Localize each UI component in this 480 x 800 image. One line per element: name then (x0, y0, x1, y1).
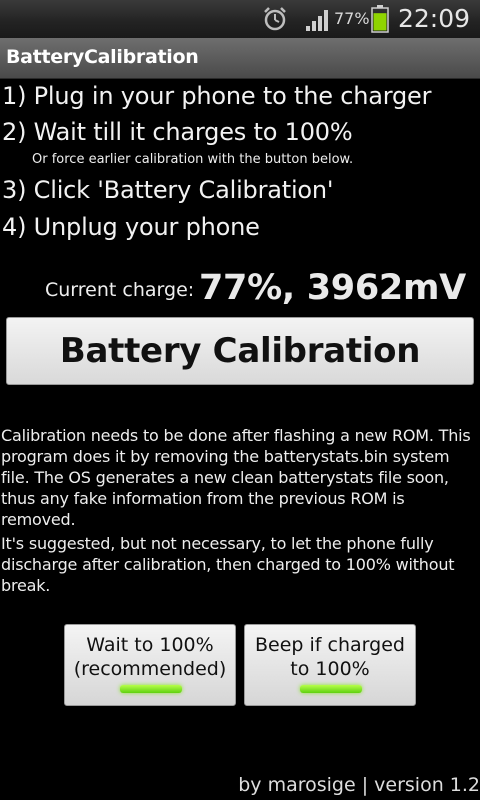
wait-to-100-toggle[interactable]: Wait to 100% (recommended) (64, 624, 236, 706)
current-charge-value: 77%, 3962mV (199, 268, 466, 308)
step-4: 4) Unplug your phone (2, 213, 260, 241)
beep-if-charged-indicator (300, 685, 362, 693)
beep-if-charged-line2: to 100% (290, 658, 370, 680)
clock: 22:09 (398, 4, 471, 33)
wait-to-100-indicator (120, 685, 182, 693)
app-title: BatteryCalibration (6, 46, 199, 68)
step-1: 1) Plug in your phone to the charger (2, 82, 432, 110)
description-paragraph-2: It's suggested, but not necessary, to le… (1, 534, 455, 595)
battery-icon (371, 5, 389, 33)
footer-credits: by marosige | version 1.2 (238, 774, 480, 796)
signal-icon (306, 10, 328, 31)
step-2-note: Or force earlier calibration with the bu… (32, 152, 354, 167)
battery-percent: 77% (334, 9, 370, 28)
alarm-icon (264, 7, 286, 31)
beep-if-charged-toggle-label: Beep if charged to 100% (245, 633, 415, 681)
beep-if-charged-line1: Beep if charged (255, 634, 405, 656)
battery-calibration-button[interactable]: Battery Calibration (6, 317, 474, 385)
status-bar: 77% 22:09 (0, 0, 480, 38)
wait-to-100-toggle-label: Wait to 100% (recommended) (65, 633, 235, 681)
wait-to-100-line1: Wait to 100% (86, 634, 214, 656)
step-2: 2) Wait till it charges to 100% (2, 118, 353, 146)
current-charge-label: Current charge: (45, 279, 195, 301)
title-bar: BatteryCalibration (0, 38, 480, 79)
step-3: 3) Click 'Battery Calibration' (2, 176, 334, 204)
battery-calibration-button-label: Battery Calibration (59, 331, 421, 371)
screen: 77% 22:09 BatteryCalibration 1) Plug in … (0, 0, 480, 800)
wait-to-100-line2: (recommended) (73, 658, 227, 680)
description-paragraph-1: Calibration needs to be done after flash… (1, 426, 471, 529)
beep-if-charged-toggle[interactable]: Beep if charged to 100% (244, 624, 416, 706)
